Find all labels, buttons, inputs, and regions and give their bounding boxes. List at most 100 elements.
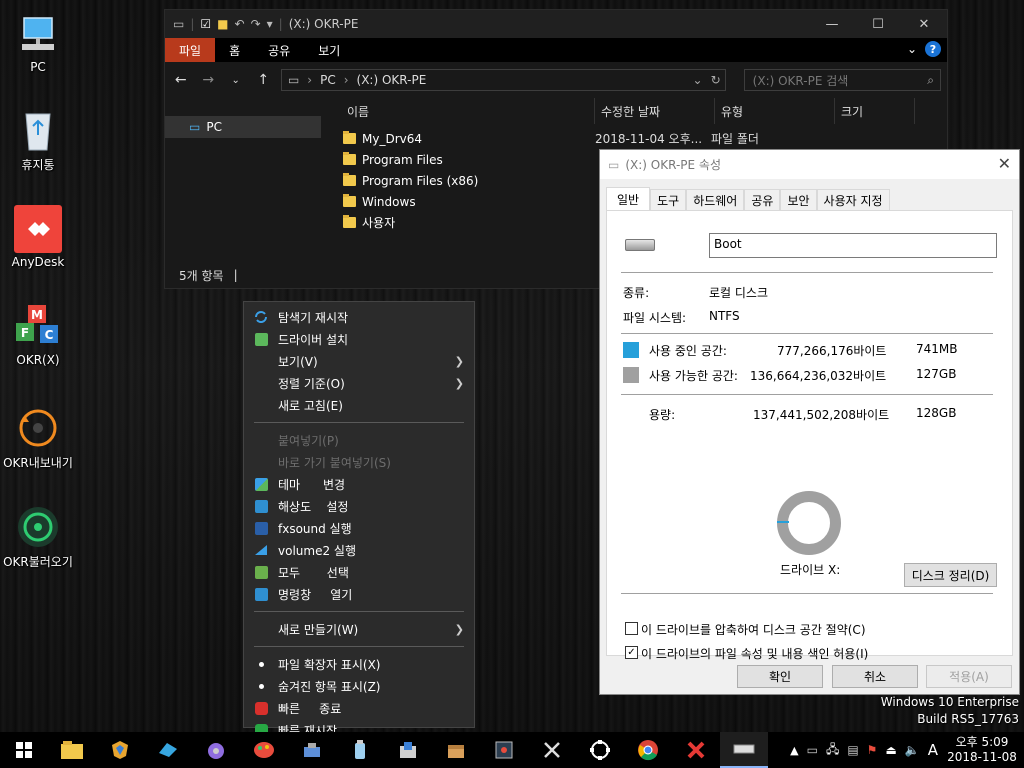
new-folder-icon[interactable]: ■ [217,17,228,31]
tab-file[interactable]: 파일 [165,38,216,62]
file-row[interactable]: My_Drv64 2018-11-04 오후... 파일 폴더 [341,128,759,149]
flag-tray-icon[interactable]: ⚑ [867,743,878,757]
breadcrumb-pc[interactable]: PC [320,73,336,87]
disk-cleanup-button[interactable]: 디스크 정리(D) [904,563,997,587]
forward-button[interactable]: → [198,72,217,88]
column-name[interactable]: 이름 [341,98,595,124]
index-checkbox[interactable]: ✓ [625,646,638,659]
usb-tray-icon[interactable]: ⏏ [885,743,896,757]
menu-item-show-hidden[interactable]: 숨겨진 항목 표시(Z) [244,675,474,697]
folder-icon [343,215,356,228]
tab-hardware[interactable]: 하드웨어 [686,189,745,211]
compress-checkbox[interactable] [625,622,638,635]
taskbar-app-disk[interactable] [192,732,240,768]
desktop-icon-okr-import[interactable]: OKR불러오기 [0,503,76,570]
undo-icon[interactable]: ↶ [235,17,245,31]
menu-item-volume2[interactable]: volume2 실행 [244,539,474,561]
taskbar-app-paint[interactable] [240,732,288,768]
volume-name-input[interactable]: Boot [709,233,997,258]
explorer-titlebar[interactable]: ▭ | ☑ ■ ↶ ↷ ▾ | (X:) OKR-PE — ☐ ✕ [165,10,947,38]
menu-separator [254,422,464,423]
taskbar-app-x[interactable] [672,732,720,768]
menu-item-view[interactable]: 보기(V) ❯ [244,350,474,372]
menu-item-sort-by[interactable]: 정렬 기준(O) ❯ [244,372,474,394]
desktop-icon-anydesk[interactable]: AnyDesk [0,205,76,269]
expand-ribbon-icon[interactable]: ⌄ [907,42,917,56]
tab-customize[interactable]: 사용자 지정 [816,189,890,211]
breadcrumb-drive[interactable]: (X:) OKR-PE [357,73,427,87]
desktop-icon-okr[interactable]: MF C OKR(X) [0,303,76,367]
recent-locations-icon[interactable]: ⌄ [226,75,245,86]
column-date[interactable]: 수정한 날짜 [595,98,715,124]
taskbar-chrome[interactable] [624,732,672,768]
minimize-button[interactable]: — [809,10,855,38]
dialog-titlebar[interactable]: ▭ (X:) OKR-PE 속성 ✕ [600,150,1019,179]
redo-icon[interactable]: ↷ [251,17,261,31]
address-bar[interactable]: ▭ › PC › (X:) OKR-PE ⌄ ↻ [280,69,726,91]
taskbar: ▲ ▭ 🖧 ▤ ⚑ ⏏ 🔈 A 오후 5:09 2018-11-08 [0,732,1024,768]
close-button[interactable]: ✕ [901,10,947,38]
taskbar-app-install[interactable] [384,732,432,768]
properties-icon[interactable]: ☑ [200,17,211,31]
ok-button[interactable]: 확인 [737,665,823,688]
taskbar-app-target[interactable] [576,732,624,768]
menu-item-select-all[interactable]: 모두 선택 [244,561,474,583]
menu-item-show-extensions[interactable]: 파일 확장자 표시(X) [244,653,474,675]
cmd-icon [244,587,278,601]
desktop-icon-recycle-bin[interactable]: 휴지통 [0,106,76,173]
tab-view[interactable]: 보기 [304,38,354,62]
system-tray: ▲ ▭ 🖧 ▤ ⚑ ⏏ 🔈 A 오후 5:09 2018-11-08 [790,732,1024,768]
ime-indicator[interactable]: A [928,741,938,759]
taskbar-app-tools[interactable] [528,732,576,768]
menu-item-open-cmd[interactable]: 명령창 열기 [244,583,474,605]
taskbar-explorer[interactable] [48,732,96,768]
help-icon[interactable]: ? [925,41,941,57]
up-button[interactable]: ↑ [253,72,272,88]
maximize-button[interactable]: ☐ [855,10,901,38]
menu-item-new[interactable]: 새로 만들기(W) ❯ [244,618,474,640]
menu-item-quick-shutdown[interactable]: 빠른 종료 [244,697,474,719]
menu-item-fxsound[interactable]: fxsound 실행 [244,517,474,539]
clock[interactable]: 오후 5:09 2018-11-08 [946,735,1018,765]
cancel-button[interactable]: 취소 [832,665,918,688]
customize-qat-icon[interactable]: ▾ [267,17,273,31]
tab-share[interactable]: 공유 [254,38,304,62]
used-space-label: 사용 중인 공간: [649,344,727,358]
close-button[interactable]: ✕ [998,154,1011,173]
menu-item-install-driver[interactable]: 드라이버 설치 [244,328,474,350]
tab-tools[interactable]: 도구 [650,189,687,211]
search-input[interactable]: (X:) OKR-PE 검색 ⌕ [743,69,941,91]
tab-general[interactable]: 일반 [606,187,651,211]
menu-item-refresh[interactable]: 새로 고침(E) [244,394,474,416]
printer-tray-icon[interactable]: ▤ [847,743,858,757]
taskbar-app-bottle[interactable] [336,732,384,768]
menu-item-restart-explorer[interactable]: 탐색기 재시작 [244,306,474,328]
drive-icon [625,239,655,251]
free-space-size: 127GB [916,367,957,381]
tab-home[interactable]: 홈 [215,38,254,62]
back-button[interactable]: ← [171,72,190,88]
address-dropdown-icon[interactable]: ⌄ [693,73,703,87]
menu-item-resolution[interactable]: 해상도 설정 [244,495,474,517]
tab-security[interactable]: 보안 [780,189,817,211]
taskbar-app-bird[interactable] [144,732,192,768]
nav-item-pc[interactable]: ▭ PC [165,116,321,138]
column-size[interactable]: 크기 [835,98,915,124]
taskbar-app-network[interactable] [288,732,336,768]
network-tray-icon[interactable]: 🖧 [826,740,839,761]
taskbar-app-screen[interactable] [480,732,528,768]
desktop-icon-pc[interactable]: PC [0,10,76,74]
tray-overflow-icon[interactable]: ▲ [790,744,798,757]
taskbar-app-drive[interactable] [720,732,768,768]
taskbar-app-shield[interactable] [96,732,144,768]
desktop-icon-okr-export[interactable]: OKR내보내기 [0,404,76,471]
start-button[interactable] [0,732,48,768]
refresh-icon[interactable]: ↻ [711,73,721,87]
apply-button[interactable]: 적용(A) [926,665,1012,688]
tab-sharing[interactable]: 공유 [744,189,781,211]
usb-drive-tray-icon[interactable]: ▭ [807,743,818,757]
column-type[interactable]: 유형 [715,98,835,124]
menu-item-change-theme[interactable]: 테마 변경 [244,473,474,495]
taskbar-app-package[interactable] [432,732,480,768]
volume-tray-icon[interactable]: 🔈 [905,743,920,757]
